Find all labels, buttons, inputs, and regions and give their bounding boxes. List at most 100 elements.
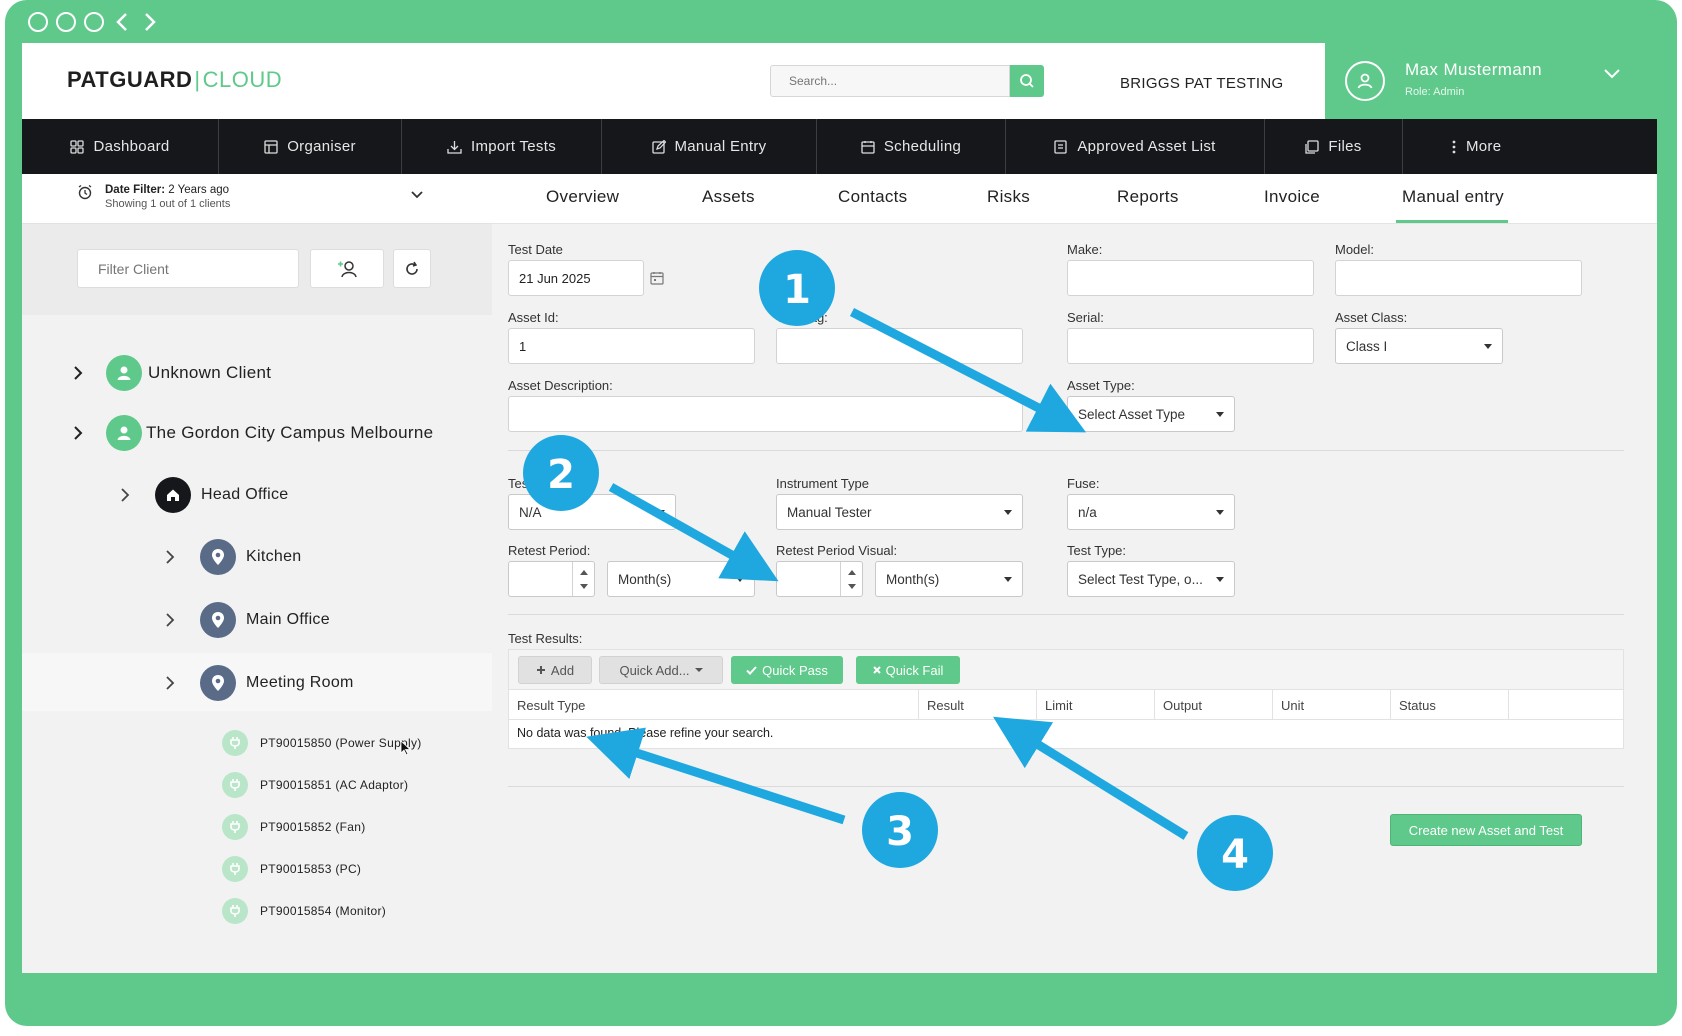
app-logo[interactable]: PATGUARD|CLOUD [67, 67, 282, 93]
arrow-up-icon[interactable] [580, 570, 588, 575]
location-pin-icon [200, 539, 236, 575]
window-circle-icon[interactable] [28, 12, 48, 32]
tree-item-asset[interactable]: PT90015853 (PC) [222, 856, 361, 882]
nav-files[interactable]: Files [1265, 119, 1403, 174]
retest-period-visual-unit-select[interactable]: Month(s) [875, 561, 1023, 597]
tab-reports[interactable]: Reports [1117, 187, 1179, 207]
asset-id-input[interactable]: 1 [508, 328, 755, 364]
refresh-button[interactable] [393, 249, 431, 288]
chevron-down-icon[interactable] [1603, 65, 1621, 84]
search-input[interactable] [770, 65, 1010, 97]
tree-item-main-office[interactable]: Main Office [164, 602, 330, 638]
retest-period-visual-stepper[interactable] [776, 561, 863, 597]
make-input[interactable] [1067, 260, 1314, 296]
back-icon[interactable] [112, 12, 132, 32]
tree-item-label: PT90015854 (Monitor) [260, 904, 387, 918]
search-icon [1020, 74, 1034, 88]
test-tag-input[interactable] [776, 328, 1023, 364]
tree-item-label: PT90015850 (Power Supply) [260, 736, 422, 750]
retest-period-stepper[interactable] [508, 561, 595, 597]
date-filter[interactable]: Date Filter: 2 Years ago Showing 1 out o… [22, 174, 492, 224]
nav-import-tests[interactable]: Import Tests [402, 119, 602, 174]
tab-risks[interactable]: Risks [987, 187, 1030, 207]
column-unit[interactable]: Unit [1273, 690, 1391, 720]
nav-approved-asset-list[interactable]: Approved Asset List [1006, 119, 1265, 174]
alarm-clock-icon [78, 184, 92, 200]
quick-pass-button[interactable]: Quick Pass [731, 656, 843, 684]
nav-dashboard[interactable]: Dashboard [22, 119, 219, 174]
stepper-arrows[interactable] [840, 562, 862, 596]
tab-overview[interactable]: Overview [546, 187, 619, 207]
tab-invoice[interactable]: Invoice [1264, 187, 1320, 207]
window-circle-icon[interactable] [84, 12, 104, 32]
nav-scheduling[interactable]: Scheduling [817, 119, 1006, 174]
calendar-icon[interactable] [650, 271, 664, 285]
test-type-select[interactable]: Select Test Type, o... [1067, 561, 1235, 597]
arrow-down-icon[interactable] [848, 584, 856, 589]
tree-item-meeting-room[interactable]: Meeting Room [164, 665, 354, 701]
stepper-arrows[interactable] [572, 562, 594, 596]
location-pin-icon [200, 665, 236, 701]
window-circle-icon[interactable] [56, 12, 76, 32]
tree-item-unknown-client[interactable]: Unknown Client [72, 355, 271, 391]
retest-period-unit-select[interactable]: Month(s) [607, 561, 755, 597]
model-input[interactable] [1335, 260, 1582, 296]
tree-item-asset[interactable]: PT90015854 (Monitor) [222, 898, 386, 924]
forward-icon[interactable] [140, 12, 160, 32]
client-icon [106, 355, 142, 391]
column-result-type[interactable]: Result Type [509, 690, 919, 720]
tree-item-kitchen[interactable]: Kitchen [164, 539, 301, 575]
plug-icon [222, 814, 248, 840]
tree-item-gordon-city-campus[interactable]: The Gordon City Campus Melbourne [72, 415, 433, 451]
tree-item-head-office[interactable]: Head Office [119, 477, 289, 513]
asset-type-select[interactable]: Select Asset Type [1067, 396, 1235, 432]
nav-label: Approved Asset List [1077, 138, 1216, 155]
tree-item-asset[interactable]: PT90015851 (AC Adaptor) [222, 772, 408, 798]
create-asset-and-test-button[interactable]: Create new Asset and Test [1390, 814, 1582, 846]
column-limit[interactable]: Limit [1037, 690, 1155, 720]
chevron-down-icon[interactable] [410, 190, 424, 200]
nav-label: Files [1328, 138, 1362, 155]
chevron-right-icon[interactable] [72, 425, 84, 441]
tree-item-asset[interactable]: PT90015850 (Power Supply) [222, 730, 422, 756]
instrument-type-select[interactable]: Manual Tester [776, 494, 1023, 530]
files-icon [1305, 139, 1320, 154]
chevron-right-icon[interactable] [164, 675, 176, 691]
tested-by-select[interactable]: N/A [508, 494, 676, 530]
serial-input[interactable] [1067, 328, 1314, 364]
quick-fail-button[interactable]: Quick Fail [856, 656, 960, 684]
search-button[interactable] [1010, 65, 1044, 97]
quick-add-dropdown[interactable]: Quick Add... [599, 656, 723, 684]
column-result[interactable]: Result [919, 690, 1037, 720]
arrow-up-icon[interactable] [848, 570, 856, 575]
tab-assets[interactable]: Assets [702, 187, 755, 207]
user-menu[interactable]: Max Mustermann Role: Admin [1325, 43, 1657, 119]
asset-description-input[interactable] [508, 396, 1023, 432]
chevron-right-icon[interactable] [72, 365, 84, 381]
fuse-select[interactable]: n/a [1067, 494, 1235, 530]
chevron-right-icon[interactable] [164, 612, 176, 628]
asset-class-select[interactable]: Class I [1335, 328, 1503, 364]
tab-manual-entry[interactable]: Manual entry [1402, 187, 1504, 207]
nav-organiser[interactable]: Organiser [219, 119, 402, 174]
add-client-button[interactable] [310, 249, 384, 288]
nav-more[interactable]: More [1403, 119, 1657, 174]
column-status[interactable]: Status [1391, 690, 1509, 720]
dropdown-arrow-icon [1004, 577, 1012, 582]
tree-item-asset[interactable]: PT90015852 (Fan) [222, 814, 366, 840]
model-label: Model: [1335, 242, 1375, 257]
tree-item-label: Head Office [201, 486, 289, 503]
filter-client-input[interactable] [77, 249, 299, 288]
asset-id-label: Asset Id: [508, 310, 559, 325]
quick-add-label: Quick Add... [619, 662, 690, 678]
add-result-button[interactable]: Add [518, 656, 592, 684]
tab-contacts[interactable]: Contacts [838, 187, 908, 207]
test-date-input[interactable]: 21 Jun 2025 [508, 260, 644, 296]
test-type-label: Test Type: [1067, 543, 1127, 558]
nav-manual-entry[interactable]: Manual Entry [602, 119, 817, 174]
arrow-down-icon[interactable] [580, 584, 588, 589]
chevron-right-icon[interactable] [164, 549, 176, 565]
test-type-value: Select Test Type, o... [1078, 571, 1203, 587]
chevron-right-icon[interactable] [119, 487, 131, 503]
column-output[interactable]: Output [1155, 690, 1273, 720]
